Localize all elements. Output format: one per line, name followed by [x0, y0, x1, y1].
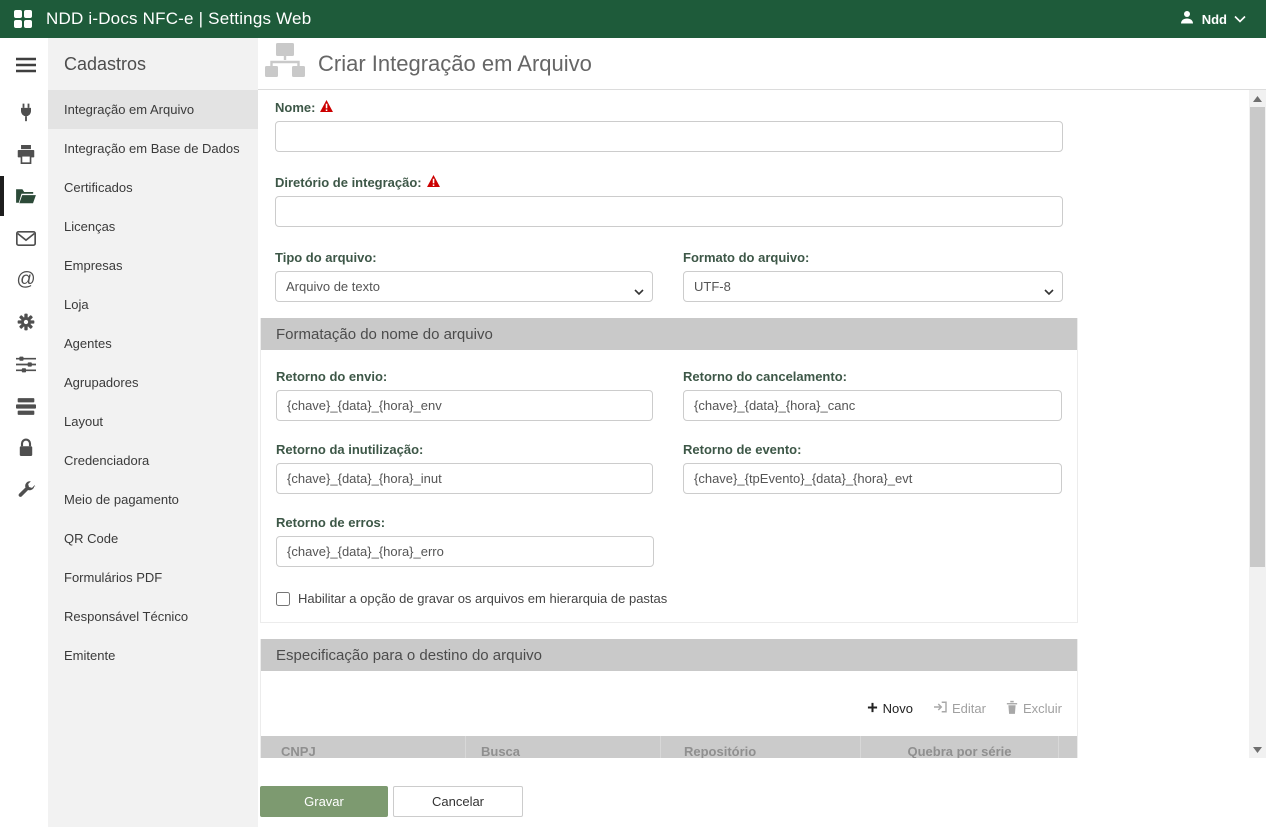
- menu-icon[interactable]: [0, 50, 48, 80]
- section-formatacao-title: Formatação do nome do arquivo: [261, 318, 1077, 350]
- required-warning-icon: [320, 99, 333, 116]
- sidebar: Cadastros Integração em Arquivo Integraç…: [48, 38, 258, 827]
- column-header-busca: Busca: [466, 736, 661, 758]
- topbar: NDD i-Docs NFC-e | Settings Web Ndd: [0, 0, 1266, 38]
- diretorio-field-group: Diretório de integração:: [275, 174, 1063, 227]
- diretorio-integracao-input[interactable]: [275, 196, 1063, 227]
- nome-input[interactable]: [275, 121, 1063, 152]
- required-warning-icon: [427, 174, 440, 191]
- retorno-erros-input[interactable]: [276, 536, 654, 567]
- app-title: NDD i-Docs NFC-e | Settings Web: [46, 9, 311, 29]
- hierarquia-pastas-row: Habilitar a opção de gravar os arquivos …: [276, 591, 1062, 606]
- sidebar-item-empresas[interactable]: Empresas: [48, 246, 258, 285]
- retorno-cancelamento-input[interactable]: [683, 390, 1062, 421]
- sidebar-header: Cadastros: [48, 38, 258, 90]
- sidebar-item-emitente[interactable]: Emitente: [48, 636, 258, 675]
- sidebar-item-integracao-em-base-de-dados[interactable]: Integração em Base de Dados: [48, 129, 258, 168]
- lock-icon[interactable]: [0, 428, 48, 468]
- column-header-repositorio: Repositório: [661, 736, 861, 758]
- sidebar-item-certificados[interactable]: Certificados: [48, 168, 258, 207]
- column-header-spacer: [1059, 736, 1077, 758]
- gear-icon[interactable]: [0, 302, 48, 342]
- plus-icon: [867, 701, 878, 716]
- tipo-formato-row: Tipo do arquivo: Arquivo de texto Format…: [275, 249, 1063, 302]
- formato-arquivo-select[interactable]: UTF-8: [683, 271, 1063, 302]
- main-content: Criar Integração em Arquivo Nome:: [258, 38, 1266, 827]
- chevron-down-icon: [1234, 10, 1246, 28]
- scroll-down-button[interactable]: [1249, 741, 1266, 758]
- tipo-arquivo-select[interactable]: Arquivo de texto: [275, 271, 653, 302]
- novo-button[interactable]: Novo: [867, 697, 913, 719]
- retorno-cancelamento-label: Retorno do cancelamento:: [683, 368, 847, 385]
- folder-open-icon[interactable]: [0, 176, 48, 216]
- sidebar-item-meio-de-pagamento[interactable]: Meio de pagamento: [48, 480, 258, 519]
- sidebar-item-agentes[interactable]: Agentes: [48, 324, 258, 363]
- sidebar-item-credenciadora[interactable]: Credenciadora: [48, 441, 258, 480]
- icon-rail: @: [0, 38, 48, 827]
- integration-page-icon: [262, 40, 308, 87]
- sliders-icon[interactable]: [0, 344, 48, 384]
- sidebar-item-integracao-em-arquivo[interactable]: Integração em Arquivo: [48, 90, 258, 129]
- diretorio-label: Diretório de integração:: [275, 174, 422, 191]
- page-header: Criar Integração em Arquivo: [258, 38, 1266, 90]
- tipo-arquivo-label: Tipo do arquivo:: [275, 249, 377, 266]
- envelope-icon[interactable]: [0, 218, 48, 258]
- excluir-button[interactable]: Excluir: [1006, 697, 1062, 719]
- sidebar-item-agrupadores[interactable]: Agrupadores: [48, 363, 258, 402]
- edit-arrow-icon: [933, 701, 947, 716]
- hierarquia-pastas-checkbox[interactable]: [276, 592, 290, 606]
- sidebar-item-responsavel-tecnico[interactable]: Responsável Técnico: [48, 597, 258, 636]
- user-icon: [1179, 9, 1195, 30]
- sidebar-item-loja[interactable]: Loja: [48, 285, 258, 324]
- retorno-inutilizacao-input[interactable]: [276, 463, 653, 494]
- form: Nome: Diretório de integração:: [258, 90, 1249, 758]
- column-header-cnpj: CNPJ: [261, 736, 466, 758]
- user-name: Ndd: [1202, 12, 1227, 27]
- gravar-button[interactable]: Gravar: [260, 786, 388, 817]
- scroll-up-button[interactable]: [1249, 90, 1266, 107]
- section-destino: Especificação para o destino do arquivo …: [260, 639, 1078, 758]
- retorno-evento-label: Retorno de evento:: [683, 441, 801, 458]
- section-destino-title: Especificação para o destino do arquivo: [261, 639, 1077, 671]
- nome-label: Nome:: [275, 99, 315, 116]
- page-title: Criar Integração em Arquivo: [318, 51, 592, 77]
- app-logo-icon: [14, 10, 32, 28]
- editar-button[interactable]: Editar: [933, 697, 986, 719]
- vertical-scrollbar[interactable]: [1249, 90, 1266, 758]
- destino-table-header: CNPJ Busca Repositório Quebra por série: [261, 736, 1077, 758]
- retorno-evento-input[interactable]: [683, 463, 1062, 494]
- retorno-erros-label: Retorno de erros:: [276, 514, 385, 531]
- list-bars-icon[interactable]: [0, 386, 48, 426]
- sidebar-item-licencas[interactable]: Licenças: [48, 207, 258, 246]
- form-scroll-area: Nome: Diretório de integração:: [258, 90, 1266, 758]
- sidebar-item-layout[interactable]: Layout: [48, 402, 258, 441]
- scrollbar-thumb[interactable]: [1250, 107, 1265, 567]
- sidebar-item-qr-code[interactable]: QR Code: [48, 519, 258, 558]
- printer-icon[interactable]: [0, 134, 48, 174]
- section-formatacao: Formatação do nome do arquivo Retorno do…: [260, 318, 1078, 623]
- formato-arquivo-label: Formato do arquivo:: [683, 249, 809, 266]
- hierarquia-pastas-label: Habilitar a opção de gravar os arquivos …: [298, 591, 667, 606]
- retorno-envio-input[interactable]: [276, 390, 653, 421]
- retorno-envio-label: Retorno do envio:: [276, 368, 387, 385]
- destino-toolbar: Novo Editar: [261, 697, 1077, 719]
- column-header-quebra-por-serie: Quebra por série: [861, 736, 1059, 758]
- cancelar-button[interactable]: Cancelar: [393, 786, 523, 817]
- user-menu[interactable]: Ndd: [1179, 9, 1252, 30]
- sidebar-item-formularios-pdf[interactable]: Formulários PDF: [48, 558, 258, 597]
- trash-icon: [1006, 700, 1018, 717]
- at-sign-icon[interactable]: @: [0, 260, 48, 300]
- wrench-icon[interactable]: [0, 470, 48, 510]
- nome-field-group: Nome:: [275, 99, 1063, 152]
- form-footer: Gravar Cancelar: [258, 758, 1266, 827]
- retorno-inutilizacao-label: Retorno da inutilização:: [276, 441, 423, 458]
- plug-icon[interactable]: [0, 92, 48, 132]
